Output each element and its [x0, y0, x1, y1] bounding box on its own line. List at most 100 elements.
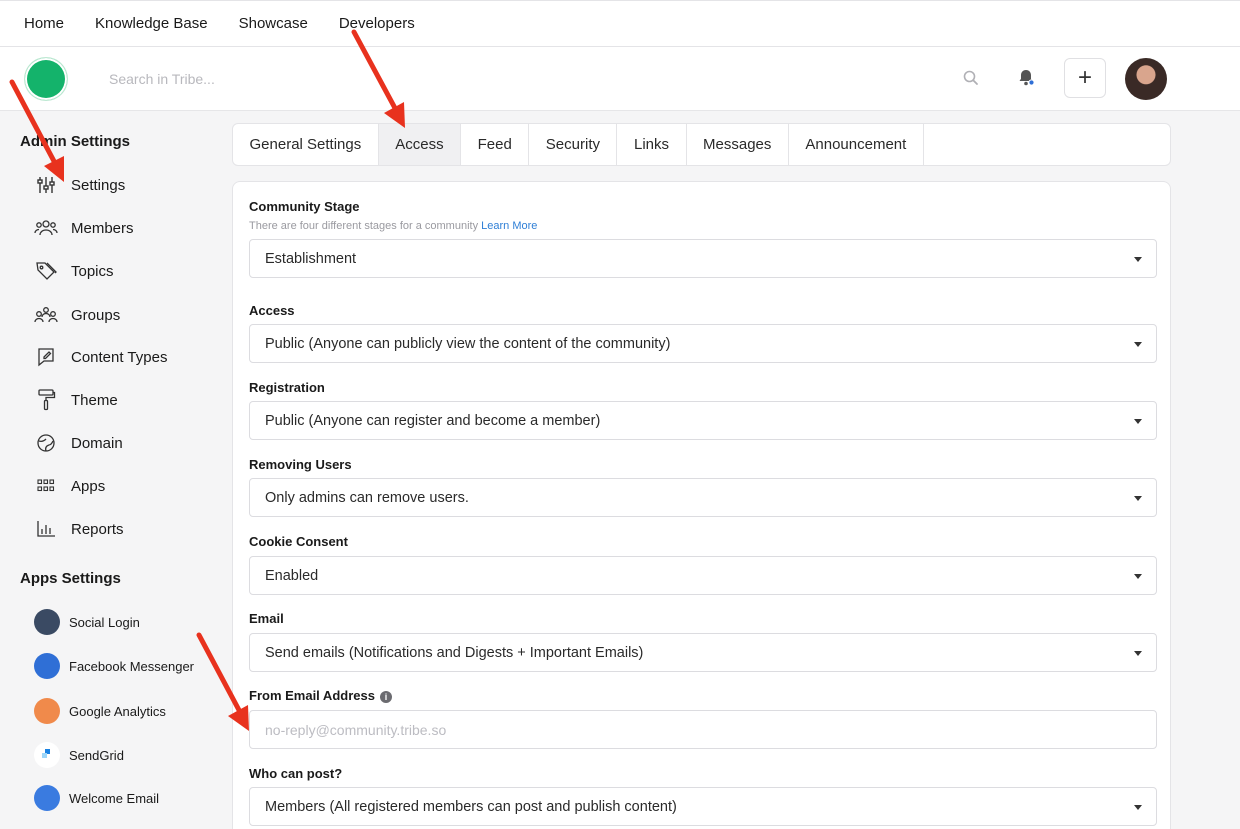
email-value: Send emails (Notifications and Digests +… — [265, 644, 644, 661]
cookie-consent-value: Enabled — [265, 567, 319, 584]
app-item-label: Social Login — [69, 614, 140, 630]
app-item-label: Facebook Messenger — [69, 658, 195, 674]
registration-label: Registration — [249, 380, 325, 395]
sidebar-item-domain[interactable]: Domain — [34, 431, 123, 455]
app-item-social-login[interactable]: Social Login — [34, 609, 140, 635]
sliders-icon — [34, 173, 58, 197]
app-item-label: Welcome Email — [69, 790, 160, 806]
bar-chart-icon — [34, 517, 58, 541]
removing-users-select[interactable]: Only admins can remove users. — [249, 478, 1157, 517]
globe-icon — [34, 431, 58, 455]
apps-grid-icon — [34, 474, 58, 498]
email-select[interactable]: Send emails (Notifications and Digests +… — [249, 633, 1157, 672]
sidebar-item-label: Topics — [71, 262, 114, 280]
sidebar-item-label: Domain — [71, 434, 123, 452]
cookie-consent-select[interactable]: Enabled — [249, 556, 1157, 595]
tab-messages[interactable]: Messages — [687, 124, 789, 165]
sidebar-item-members[interactable]: Members — [34, 216, 134, 240]
registration-select[interactable]: Public (Anyone can register and become a… — [249, 401, 1157, 440]
notification-bell-icon[interactable] — [1014, 66, 1038, 90]
chevron-down-icon — [1134, 574, 1142, 579]
learn-more-link[interactable]: Learn More — [481, 220, 537, 232]
access-select[interactable]: Public (Anyone can publicly view the con… — [249, 324, 1157, 363]
paint-roller-icon — [34, 388, 58, 412]
who-can-post-select[interactable]: Members (All registered members can post… — [249, 787, 1157, 826]
community-stage-value: Establishment — [265, 250, 357, 267]
tab-general-settings[interactable]: General Settings — [233, 124, 379, 165]
from-email-input[interactable] — [249, 710, 1157, 749]
app-item-label: Google Analytics — [69, 703, 166, 719]
sidebar-item-theme[interactable]: Theme — [34, 388, 118, 412]
search-icon[interactable] — [960, 67, 982, 89]
tab-links[interactable]: Links — [617, 124, 687, 165]
sidebar-item-label: Content Types — [71, 348, 168, 366]
tab-feed[interactable]: Feed — [461, 124, 530, 165]
who-can-post-value: Members (All registered members can post… — [265, 798, 677, 815]
sidebar-item-groups[interactable]: Groups — [34, 303, 120, 327]
app-item-welcome-email[interactable]: Welcome Email — [34, 785, 159, 811]
sidebar-item-label: Apps — [71, 477, 106, 495]
community-stage-select[interactable]: Establishment — [249, 239, 1157, 278]
tab-security[interactable]: Security — [529, 124, 618, 165]
community-stage-hint-text: There are four different stages for a co… — [249, 220, 479, 232]
facebook-messenger-icon — [34, 653, 60, 679]
cookie-consent-label: Cookie Consent — [249, 534, 348, 549]
apps-settings-heading: Apps Settings — [20, 570, 121, 587]
community-logo[interactable] — [25, 58, 67, 100]
from-email-label: From Email Address i — [249, 688, 392, 703]
chevron-down-icon — [1134, 342, 1142, 347]
nav-knowledge-base-link[interactable]: Knowledge Base — [95, 15, 208, 32]
removing-users-label: Removing Users — [249, 457, 352, 472]
chevron-down-icon — [1134, 651, 1142, 656]
chevron-down-icon — [1134, 805, 1142, 810]
welcome-email-icon — [34, 785, 60, 811]
sidebar-item-apps[interactable]: Apps — [34, 474, 105, 498]
sidebar-item-reports[interactable]: Reports — [34, 517, 124, 541]
settings-tabs: General Settings Access Feed Security Li… — [232, 123, 1171, 166]
social-login-icon — [34, 609, 60, 635]
tab-access[interactable]: Access — [378, 124, 462, 165]
access-label: Access — [249, 303, 295, 318]
sidebar-item-label: Reports — [71, 520, 124, 538]
access-settings-panel: Community Stage There are four different… — [232, 181, 1171, 829]
chevron-down-icon — [1134, 257, 1142, 262]
content-types-icon — [34, 345, 58, 369]
nav-showcase-link[interactable]: Showcase — [239, 15, 308, 32]
sidebar-item-label: Members — [71, 219, 134, 237]
search-input[interactable] — [109, 71, 509, 87]
sidebar-item-content-types[interactable]: Content Types — [34, 345, 167, 369]
community-stage-label: Community Stage — [249, 199, 360, 214]
admin-settings-heading: Admin Settings — [20, 133, 131, 150]
sidebar-item-label: Settings — [71, 176, 126, 194]
app-item-sendgrid[interactable]: SendGrid — [34, 742, 124, 768]
email-label: Email — [249, 611, 284, 626]
sidebar-item-label: Groups — [71, 306, 121, 324]
user-avatar[interactable] — [1125, 58, 1167, 100]
removing-users-value: Only admins can remove users. — [265, 489, 469, 506]
tab-announcement[interactable]: Announcement — [789, 124, 924, 165]
tag-icon — [34, 259, 58, 283]
info-icon[interactable]: i — [379, 691, 392, 703]
from-email-label-text: From Email Address — [249, 688, 375, 703]
registration-value: Public (Anyone can register and become a… — [265, 412, 601, 429]
groups-icon — [34, 303, 58, 327]
app-item-label: SendGrid — [69, 747, 124, 763]
who-can-post-label: Who can post? — [249, 766, 343, 781]
app-item-facebook-messenger[interactable]: Facebook Messenger — [34, 653, 194, 679]
admin-sidebar: Admin Settings Settings Members Topics G… — [0, 112, 225, 829]
community-stage-hint: There are four different stages for a co… — [249, 220, 537, 232]
sidebar-item-topics[interactable]: Topics — [34, 259, 114, 283]
google-analytics-icon — [34, 698, 60, 724]
access-value: Public (Anyone can publicly view the con… — [265, 335, 671, 352]
nav-home-link[interactable]: Home — [24, 15, 64, 32]
app-header: + — [0, 47, 1240, 111]
add-button[interactable]: + — [1064, 58, 1106, 98]
chevron-down-icon — [1134, 496, 1142, 501]
sendgrid-icon — [34, 742, 60, 768]
members-icon — [34, 216, 58, 240]
nav-developers-link[interactable]: Developers — [339, 15, 415, 32]
chevron-down-icon — [1134, 419, 1142, 424]
sidebar-item-settings[interactable]: Settings — [34, 173, 125, 197]
app-item-google-analytics[interactable]: Google Analytics — [34, 698, 166, 724]
top-navigation: Home Knowledge Base Showcase Developers — [0, 0, 1240, 47]
